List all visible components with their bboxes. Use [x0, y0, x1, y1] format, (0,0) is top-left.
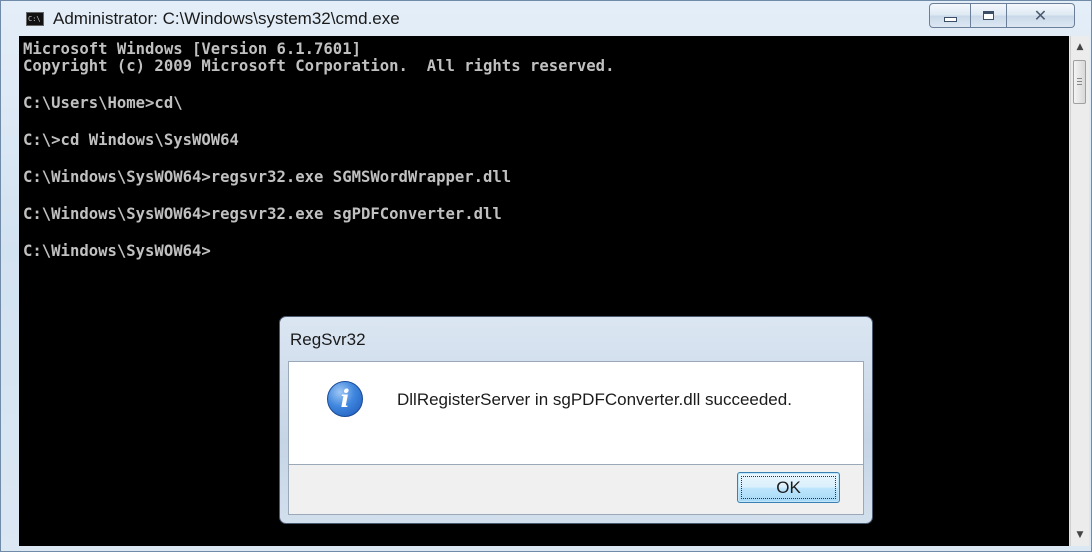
- dialog-message: DllRegisterServer in sgPDFConverter.dll …: [397, 390, 792, 409]
- maximize-button[interactable]: [971, 3, 1007, 28]
- scroll-up-icon[interactable]: ▲: [1071, 38, 1089, 56]
- maximize-icon: [983, 11, 994, 20]
- minimize-button[interactable]: [929, 3, 971, 28]
- ok-button-label: OK: [776, 478, 801, 497]
- close-button[interactable]: ✕: [1007, 3, 1075, 28]
- scroll-thumb[interactable]: [1073, 60, 1086, 104]
- dialog-body: i DllRegisterServer in sgPDFConverter.dl…: [288, 361, 864, 465]
- cmd-icon[interactable]: C:\: [26, 12, 44, 26]
- dialog-footer: OK: [288, 465, 864, 515]
- console-line: Copyright (c) 2009 Microsoft Corporation…: [23, 57, 615, 75]
- caption-buttons: ✕: [929, 3, 1078, 30]
- console-line: C:\Windows\SysWOW64>regsvr32.exe SGMSWor…: [23, 168, 512, 186]
- console-line: C:\Windows\SysWOW64>regsvr32.exe sgPDFCo…: [23, 205, 502, 223]
- console-line: C:\Users\Home>cd\: [23, 94, 183, 112]
- window-title: Administrator: C:\Windows\system32\cmd.e…: [53, 9, 400, 28]
- info-icon: i: [327, 381, 363, 417]
- console-line: Microsoft Windows [Version 6.1.7601]: [23, 40, 361, 58]
- dialog-title: RegSvr32: [290, 330, 366, 349]
- ok-button[interactable]: OK: [737, 472, 840, 503]
- close-icon: ✕: [1033, 6, 1048, 25]
- console-line: C:\>cd Windows\SysWOW64: [23, 131, 239, 149]
- title-bar[interactable]: C:\ Administrator: C:\Windows\system32\c…: [1, 1, 1091, 35]
- cmd-icon-label: C:\: [28, 15, 41, 23]
- vertical-scrollbar[interactable]: ▲ ▼: [1070, 36, 1089, 546]
- regsvr32-dialog: RegSvr32 i DllRegisterServer in sgPDFCon…: [279, 316, 873, 524]
- minimize-icon: [943, 17, 957, 22]
- console-prompt: C:\Windows\SysWOW64>: [23, 242, 211, 260]
- scroll-down-icon[interactable]: ▼: [1071, 526, 1089, 544]
